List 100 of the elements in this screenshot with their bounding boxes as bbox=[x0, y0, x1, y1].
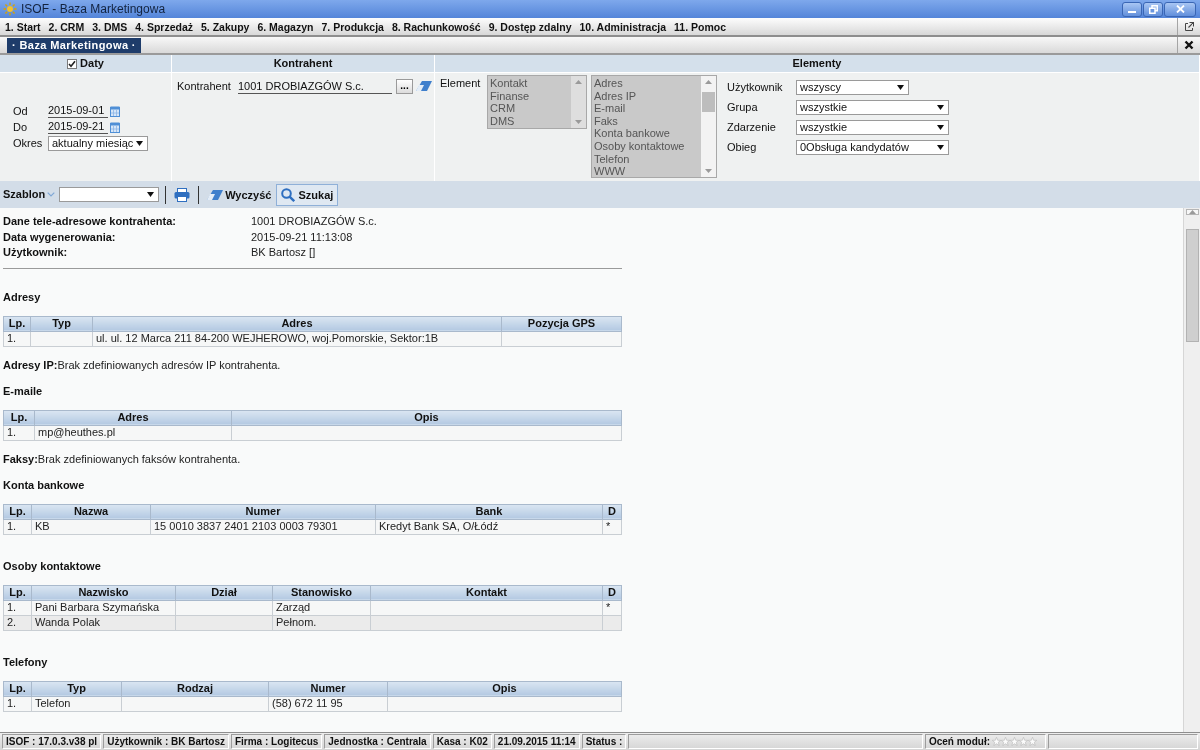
section-heading: E-maile bbox=[3, 383, 43, 399]
column-header: Typ bbox=[31, 681, 122, 696]
field-label: Grupa bbox=[727, 100, 759, 114]
note-text: Faksy:Brak zdefiniowanych faksów kontrahenta. bbox=[3, 451, 241, 467]
star-icon[interactable] bbox=[1019, 737, 1028, 746]
menu-item[interactable]: 1. Start bbox=[1, 18, 45, 35]
filter-select[interactable]: wszystkie bbox=[796, 99, 949, 115]
star-icon[interactable] bbox=[1010, 737, 1019, 746]
checkbox[interactable] bbox=[67, 58, 78, 69]
template-select[interactable] bbox=[59, 187, 160, 202]
scroll-up-button[interactable] bbox=[1185, 209, 1199, 215]
section-title: Elementy bbox=[792, 57, 842, 70]
clear-button[interactable]: Wyczyść bbox=[205, 183, 274, 206]
column-header: Pozycja GPS bbox=[501, 316, 622, 331]
note-text: Adresy IP:Brak zdefiniowanych adresów IP kontrahenta. bbox=[3, 357, 281, 373]
field-label: Do bbox=[13, 120, 29, 134]
menu-item[interactable]: 11. Pomoc bbox=[670, 18, 730, 35]
section-heading: Adresy bbox=[3, 289, 41, 305]
minimize-button[interactable] bbox=[1122, 1, 1142, 17]
contractor-field[interactable]: 1001 DROBIAZGÓW S.c. bbox=[238, 78, 392, 94]
dropdown-arrow-icon bbox=[147, 192, 155, 197]
column-header: Bank bbox=[375, 504, 603, 519]
column-header: Lp. bbox=[3, 410, 35, 425]
chevron-down-icon[interactable] bbox=[47, 192, 56, 197]
close-button[interactable] bbox=[1164, 1, 1196, 17]
star-icon[interactable] bbox=[992, 737, 1001, 746]
calendar-icon[interactable] bbox=[110, 121, 120, 133]
column-header: Nazwa bbox=[31, 504, 151, 519]
section-title: Daty bbox=[80, 57, 104, 70]
info-label: Użytkownik: bbox=[3, 245, 68, 260]
column-header: Opis bbox=[231, 410, 622, 425]
section-heading: Telefony bbox=[3, 654, 48, 670]
dropdown-arrow-icon bbox=[897, 84, 904, 90]
external-link-icon bbox=[1184, 21, 1194, 32]
field-label: Użytkownik bbox=[727, 80, 784, 94]
column-header: Dział bbox=[175, 585, 273, 600]
info-value: 2015-09-21 11:13:08 bbox=[251, 229, 353, 245]
status-field: Status : bbox=[581, 734, 627, 749]
info-label: Data wygenerowania: bbox=[3, 229, 116, 245]
filter-select[interactable]: wszyscy bbox=[796, 79, 909, 95]
browse-button[interactable]: ... bbox=[396, 78, 413, 94]
date-field[interactable]: 2015-09-21 bbox=[48, 120, 108, 134]
column-header: Lp. bbox=[3, 681, 32, 696]
column-header: Lp. bbox=[3, 316, 31, 331]
star-icon[interactable] bbox=[1028, 737, 1037, 746]
close-icon bbox=[1175, 5, 1185, 13]
menu-item[interactable]: 4. Sprzedaż bbox=[131, 18, 197, 35]
info-value: BK Bartosz [] bbox=[251, 245, 316, 260]
column-header: Nazwisko bbox=[31, 585, 176, 600]
column-header: Numer bbox=[150, 504, 376, 519]
dropdown-arrow-icon bbox=[937, 124, 944, 130]
column-header: Lp. bbox=[3, 585, 32, 600]
window-title: ISOF - Baza Marketingowa bbox=[21, 2, 166, 16]
column-header: Opis bbox=[387, 681, 622, 696]
column-header: Typ bbox=[30, 316, 93, 331]
eraser-icon[interactable] bbox=[416, 81, 432, 91]
sun-logo-icon bbox=[3, 2, 17, 16]
menu-item[interactable]: 7. Produkcja bbox=[317, 18, 388, 35]
scrollbar[interactable] bbox=[1183, 208, 1200, 732]
tab[interactable]: · Baza Marketingowa · bbox=[7, 37, 141, 53]
period-select[interactable]: aktualny miesiąc bbox=[48, 135, 148, 151]
info-label: Dane tele-adresowe kontrahenta: bbox=[3, 214, 176, 229]
eraser-icon[interactable] bbox=[207, 189, 224, 200]
menu-item[interactable]: 10. Administracja bbox=[575, 18, 671, 35]
status-field: Jednostka : Centrala bbox=[324, 734, 431, 749]
info-value: 1001 DROBIAZGÓW S.c. bbox=[251, 214, 377, 229]
column-header: Numer bbox=[268, 681, 388, 696]
status-field: 21.09.2015 11:14 bbox=[493, 734, 580, 749]
menu-item[interactable]: 9. Dostęp zdalny bbox=[484, 18, 576, 35]
star-icon[interactable] bbox=[1001, 737, 1010, 746]
field-label: Element bbox=[440, 77, 482, 90]
field-label: Od bbox=[13, 104, 29, 118]
section-heading: Osoby kontaktowe bbox=[3, 558, 101, 574]
restore-button[interactable] bbox=[1143, 1, 1163, 17]
column-header: Lp. bbox=[3, 504, 32, 519]
section-heading: Konta bankowe bbox=[3, 477, 85, 493]
column-header: Rodzaj bbox=[121, 681, 269, 696]
search-button[interactable]: Szukaj bbox=[276, 183, 339, 206]
scrollbar-thumb[interactable] bbox=[1185, 229, 1199, 342]
column-header: Adres bbox=[34, 410, 232, 425]
status-field: Kasa : K02 bbox=[432, 734, 492, 749]
status-field: ISOF : 17.0.3.v38 pl bbox=[2, 734, 102, 749]
menu-item[interactable]: 5. Zakupy bbox=[197, 18, 254, 35]
menu-item[interactable]: 6. Magazyn bbox=[253, 18, 318, 35]
filter-select[interactable]: 0Obsługa kandydatów bbox=[796, 139, 949, 155]
status-field: Firma : Logitecus bbox=[230, 734, 323, 749]
close-icon bbox=[1184, 40, 1194, 50]
restore-icon bbox=[1148, 4, 1158, 14]
section-title: Kontrahent bbox=[273, 57, 333, 70]
filter-select[interactable]: wszystkie bbox=[796, 119, 949, 135]
field-label: Okres bbox=[13, 136, 44, 150]
calendar-icon[interactable] bbox=[110, 105, 120, 117]
menu-item[interactable]: 3. DMS bbox=[88, 18, 132, 35]
scroll-up-arrow-icon[interactable] bbox=[1188, 210, 1196, 214]
field-label: Obieg bbox=[727, 140, 758, 154]
menu-item[interactable]: 8. Rachunkowość bbox=[387, 18, 485, 35]
search-icon bbox=[281, 187, 296, 202]
dropdown-arrow-icon bbox=[937, 144, 944, 150]
menu-item[interactable]: 2. CRM bbox=[44, 18, 89, 35]
date-field[interactable]: 2015-09-01 bbox=[48, 104, 108, 118]
